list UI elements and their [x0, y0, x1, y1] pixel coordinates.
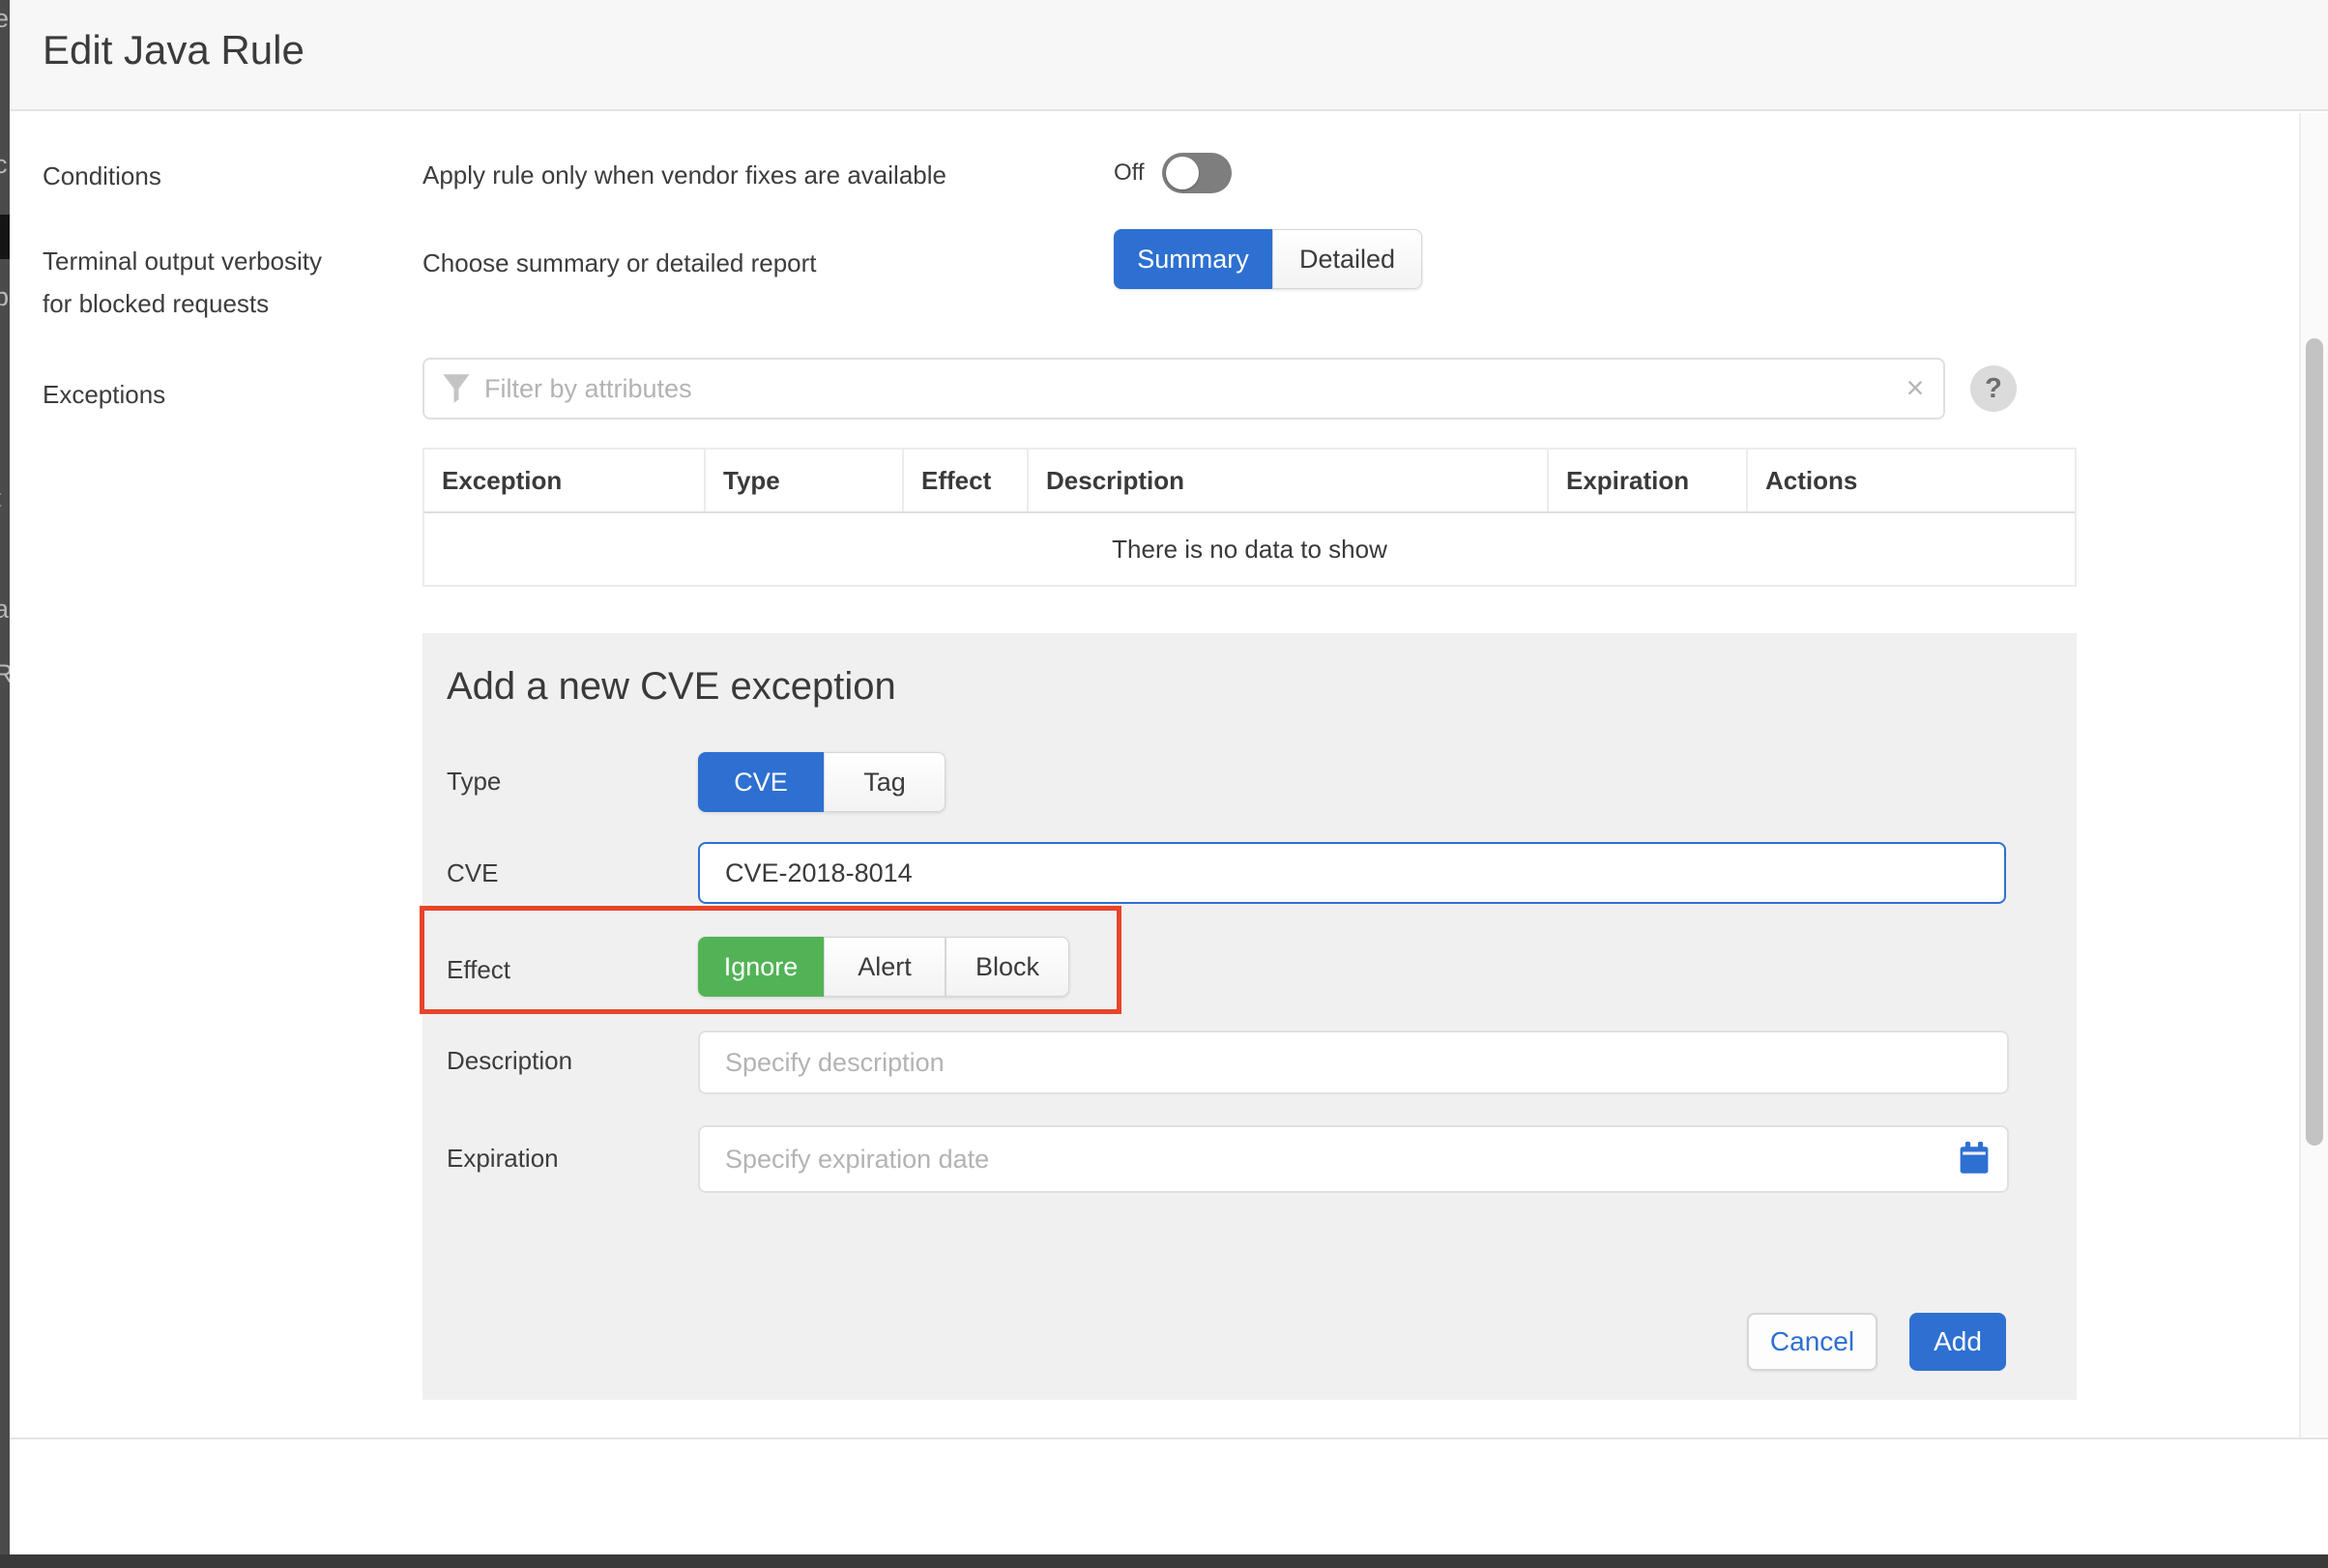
column-header-type: Type — [706, 450, 904, 511]
background-text-fragment: t — [0, 483, 2, 513]
column-header-actions: Actions — [1748, 450, 2075, 511]
verbosity-label: Terminal output verbosity for blocked re… — [43, 240, 322, 325]
effect-segmented-control: Ignore Alert Block — [698, 937, 1069, 997]
form-add-button[interactable]: Add — [1909, 1313, 2006, 1371]
filter-icon — [442, 373, 471, 404]
cve-label: CVE — [447, 852, 498, 894]
background-text-fragment: a — [0, 595, 9, 624]
conditions-label: Conditions — [43, 155, 161, 197]
effect-block-button[interactable]: Block — [946, 937, 1069, 997]
exceptions-label: Exceptions — [43, 373, 165, 416]
verbosity-label-line1: Terminal output verbosity — [43, 240, 322, 282]
background-text-fragment: c — [0, 150, 8, 180]
column-header-expiration: Expiration — [1549, 450, 1748, 511]
vendor-fixes-toggle[interactable] — [1162, 153, 1232, 193]
expiration-label: Expiration — [447, 1137, 559, 1179]
column-header-exception: Exception — [424, 450, 706, 511]
dialog-footer — [10, 1437, 2328, 1554]
conditions-description: Apply rule only when vendor fixes are av… — [422, 158, 946, 192]
type-label: Type — [447, 760, 501, 802]
modal-title: Edit Java Rule — [43, 27, 305, 73]
verbosity-label-line2: for blocked requests — [43, 282, 322, 325]
toggle-knob — [1166, 157, 1199, 189]
expiration-field — [698, 1125, 2009, 1193]
form-cancel-button[interactable]: Cancel — [1747, 1313, 1877, 1371]
background-page-strip: e c b t a R l l — [0, 0, 10, 1568]
exceptions-table-header: Exception Type Effect Description Expira… — [424, 450, 2075, 513]
background-block-fragment — [0, 215, 10, 259]
toggle-state-label: Off — [1114, 160, 1145, 187]
effect-alert-button[interactable]: Alert — [824, 937, 946, 997]
cve-input[interactable] — [698, 842, 2006, 904]
table-empty-message: There is no data to show — [424, 513, 2075, 585]
description-input[interactable] — [698, 1031, 2009, 1094]
scrollbar-track[interactable] — [2299, 113, 2328, 1437]
background-text-fragment: R — [0, 659, 10, 689]
effect-label: Effect — [447, 948, 510, 991]
add-exception-title: Add a new CVE exception — [447, 665, 896, 709]
add-exception-panel — [422, 633, 2077, 1400]
column-header-description: Description — [1029, 450, 1549, 511]
edit-java-rule-dialog: e c b t a R l l Edit Java Rule Condition… — [0, 0, 2328, 1568]
vendor-fixes-toggle-group: Off — [1114, 153, 1232, 193]
modal-header: Edit Java Rule — [10, 0, 2328, 111]
type-segmented-control: CVE Tag — [698, 752, 946, 812]
background-page-bottom-strip — [0, 1554, 2328, 1568]
scrollbar-thumb[interactable] — [2306, 338, 2323, 1146]
expiration-input[interactable] — [698, 1125, 2009, 1193]
clear-filter-icon[interactable]: × — [1891, 363, 1939, 412]
calendar-icon[interactable] — [1959, 1142, 1990, 1175]
detailed-option-button[interactable]: Detailed — [1272, 229, 1422, 289]
report-mode-segmented-control: Summary Detailed — [1114, 229, 1422, 289]
type-cve-button[interactable]: CVE — [698, 752, 824, 812]
effect-ignore-button[interactable]: Ignore — [698, 937, 824, 997]
exceptions-table: Exception Type Effect Description Expira… — [422, 448, 2077, 587]
type-tag-button[interactable]: Tag — [824, 752, 946, 812]
column-header-effect: Effect — [904, 450, 1029, 511]
verbosity-description: Choose summary or detailed report — [422, 246, 817, 280]
filter-input[interactable] — [422, 358, 1945, 420]
summary-option-button[interactable]: Summary — [1114, 229, 1272, 289]
background-text-fragment: b — [0, 282, 9, 312]
help-icon[interactable]: ? — [1970, 365, 2017, 412]
description-label: Description — [447, 1039, 572, 1082]
background-text-fragment: e — [0, 4, 9, 34]
